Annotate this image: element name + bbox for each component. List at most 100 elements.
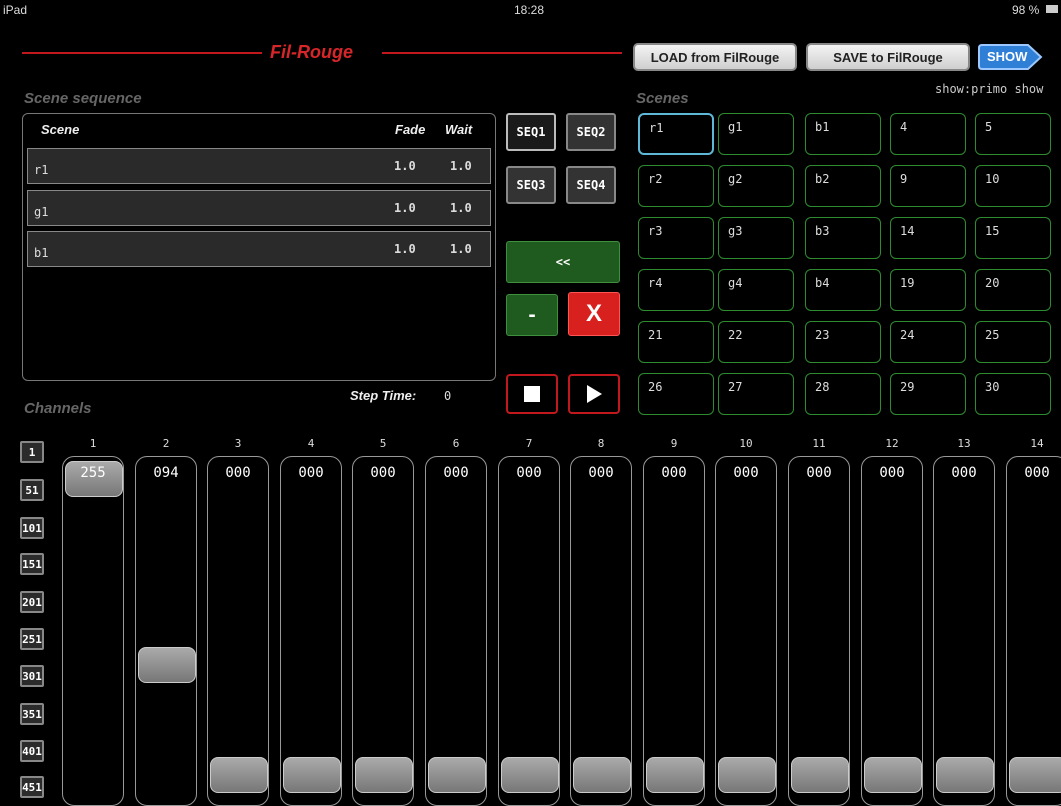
row-fade: 1.0 xyxy=(394,201,416,215)
bank-button[interactable]: 251 xyxy=(20,628,44,650)
col-scene: Scene xyxy=(41,122,80,137)
scene-tile[interactable]: 30 xyxy=(975,373,1051,415)
scene-tile[interactable]: b2 xyxy=(805,165,881,207)
scene-tile[interactable]: 19 xyxy=(890,269,966,311)
fader-thumb[interactable] xyxy=(573,757,631,793)
fader-thumb[interactable] xyxy=(864,757,922,793)
clock: 18:28 xyxy=(514,3,545,17)
bank-button[interactable]: 351 xyxy=(20,703,44,725)
fader-thumb[interactable] xyxy=(1009,757,1061,793)
scene-tile[interactable]: b4 xyxy=(805,269,881,311)
load-button[interactable]: LOAD from FilRouge xyxy=(633,43,797,71)
fader-value: 000 xyxy=(1024,465,1050,481)
scene-tile[interactable]: 27 xyxy=(718,373,794,415)
channel-fader[interactable]: 000 xyxy=(207,456,269,806)
seq4-button[interactable]: SEQ4 xyxy=(566,166,616,204)
bank-button[interactable]: 451 xyxy=(20,776,44,798)
scene-tile[interactable]: r4 xyxy=(638,269,714,311)
scene-tile[interactable]: 21 xyxy=(638,321,714,363)
show-button[interactable]: SHOW xyxy=(978,43,1044,71)
scene-tile[interactable]: b3 xyxy=(805,217,881,259)
channel-number: 4 xyxy=(307,437,315,450)
channel-fader[interactable]: 094 xyxy=(135,456,197,806)
bank-button[interactable]: 1 xyxy=(20,441,44,463)
fader-thumb[interactable] xyxy=(936,757,994,793)
fader-thumb[interactable] xyxy=(428,757,486,793)
scene-tile[interactable]: r3 xyxy=(638,217,714,259)
channel-fader[interactable]: 000 xyxy=(643,456,705,806)
scene-tile[interactable]: 24 xyxy=(890,321,966,363)
fader-thumb[interactable] xyxy=(210,757,268,793)
scene-tile[interactable]: 26 xyxy=(638,373,714,415)
sequence-row[interactable]: r1 1.0 1.0 xyxy=(27,148,491,184)
scene-tile[interactable]: r2 xyxy=(638,165,714,207)
title-rule-left xyxy=(22,52,262,54)
channel-fader[interactable]: 000 xyxy=(280,456,342,806)
channel-number: 6 xyxy=(452,437,460,450)
scene-tile[interactable]: g1 xyxy=(718,113,794,155)
channel-number: 14 xyxy=(1030,437,1044,450)
channel-fader[interactable]: 000 xyxy=(861,456,923,806)
bank-button[interactable]: 101 xyxy=(20,517,44,539)
fader-thumb[interactable] xyxy=(791,757,849,793)
scene-tile[interactable]: 10 xyxy=(975,165,1051,207)
bank-button[interactable]: 151 xyxy=(20,553,44,575)
sequence-row[interactable]: g1 1.0 1.0 xyxy=(27,190,491,226)
sequence-row[interactable]: b1 1.0 1.0 xyxy=(27,231,491,267)
scene-tile[interactable]: 15 xyxy=(975,217,1051,259)
channel-number: 8 xyxy=(597,437,605,450)
channel-fader[interactable]: 000 xyxy=(933,456,995,806)
fader-value: 000 xyxy=(879,465,905,481)
scene-tile[interactable]: g4 xyxy=(718,269,794,311)
seq3-button[interactable]: SEQ3 xyxy=(506,166,556,204)
scene-tile[interactable]: 4 xyxy=(890,113,966,155)
channel-fader[interactable]: 255 xyxy=(62,456,124,806)
fader-value: 000 xyxy=(951,465,977,481)
scene-tile[interactable]: 9 xyxy=(890,165,966,207)
scene-tile[interactable]: b1 xyxy=(805,113,881,155)
show-name: show:primo show xyxy=(935,82,1044,96)
channel-fader[interactable]: 000 xyxy=(498,456,560,806)
channel-number: 12 xyxy=(885,437,899,450)
channel-fader[interactable]: 000 xyxy=(788,456,850,806)
scene-tile[interactable]: 28 xyxy=(805,373,881,415)
seq1-button[interactable]: SEQ1 xyxy=(506,113,556,151)
scene-tile[interactable]: g2 xyxy=(718,165,794,207)
bank-button[interactable]: 201 xyxy=(20,591,44,613)
scene-tile[interactable]: 5 xyxy=(975,113,1051,155)
row-fade: 1.0 xyxy=(394,242,416,256)
channels-title: Channels xyxy=(24,400,92,417)
fader-value: 094 xyxy=(153,465,179,481)
seq2-button[interactable]: SEQ2 xyxy=(566,113,616,151)
scene-tile[interactable]: g3 xyxy=(718,217,794,259)
channel-fader[interactable]: 000 xyxy=(570,456,632,806)
channel-fader[interactable]: 000 xyxy=(715,456,777,806)
channel-fader[interactable]: 000 xyxy=(425,456,487,806)
save-button[interactable]: SAVE to FilRouge xyxy=(806,43,970,71)
scene-tile[interactable]: 23 xyxy=(805,321,881,363)
delete-button[interactable]: X xyxy=(568,292,620,336)
scene-tile[interactable]: 25 xyxy=(975,321,1051,363)
scene-tile[interactable]: r1 xyxy=(638,113,714,155)
scene-tile[interactable]: 29 xyxy=(890,373,966,415)
scene-tile[interactable]: 20 xyxy=(975,269,1051,311)
bank-button[interactable]: 51 xyxy=(20,479,44,501)
fader-thumb[interactable] xyxy=(355,757,413,793)
play-button[interactable] xyxy=(568,374,620,414)
bank-button[interactable]: 301 xyxy=(20,665,44,687)
stop-button[interactable] xyxy=(506,374,558,414)
channel-fader[interactable]: 000 xyxy=(352,456,414,806)
fader-thumb[interactable] xyxy=(283,757,341,793)
fader-thumb[interactable] xyxy=(138,647,196,683)
scene-tile[interactable]: 22 xyxy=(718,321,794,363)
fader-thumb[interactable] xyxy=(501,757,559,793)
fader-thumb[interactable] xyxy=(718,757,776,793)
bank-button[interactable]: 401 xyxy=(20,740,44,762)
col-fade: Fade xyxy=(395,122,426,137)
channel-fader[interactable]: 000 xyxy=(1006,456,1061,806)
minus-button[interactable]: - xyxy=(506,294,558,336)
fader-thumb[interactable] xyxy=(646,757,704,793)
channel-number: 9 xyxy=(670,437,678,450)
scene-tile[interactable]: 14 xyxy=(890,217,966,259)
rewind-button[interactable]: << xyxy=(506,241,620,283)
